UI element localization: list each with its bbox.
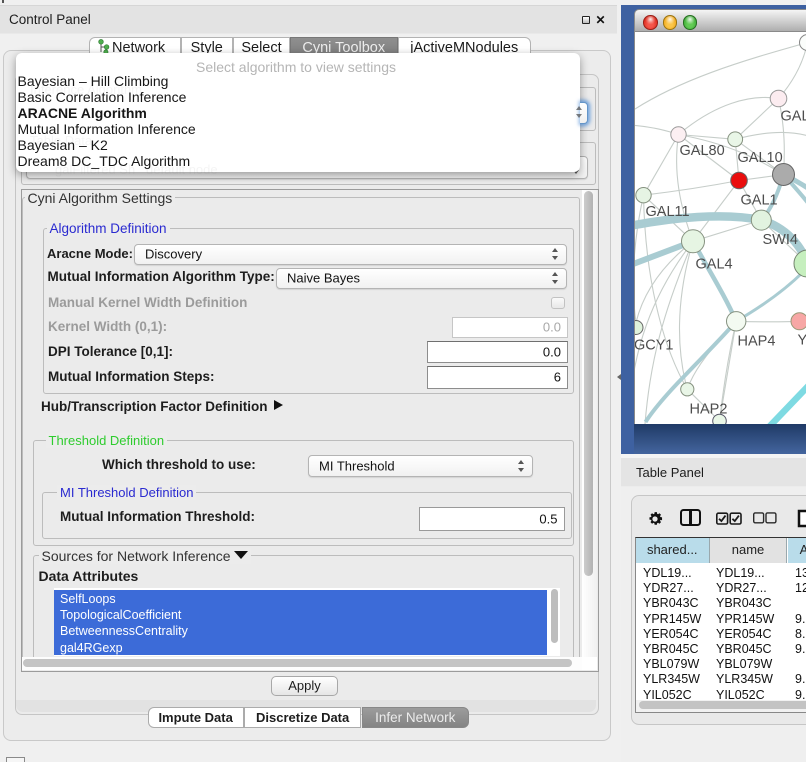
svg-text:GAL1: GAL1 — [740, 192, 777, 208]
svg-text:GCY1: GCY1 — [635, 337, 674, 353]
svg-text:HAP2: HAP2 — [689, 401, 727, 417]
svg-text:GAL11: GAL11 — [645, 204, 689, 220]
svg-text:GAL4: GAL4 — [695, 256, 732, 272]
svg-text:SWI4: SWI4 — [762, 232, 797, 248]
svg-text:GAL80: GAL80 — [679, 143, 724, 159]
svg-text:GAL10: GAL10 — [737, 150, 782, 166]
svg-text:Y: Y — [797, 332, 806, 348]
svg-text:GAL7: GAL7 — [780, 108, 806, 124]
svg-text:HAP4: HAP4 — [737, 333, 775, 349]
